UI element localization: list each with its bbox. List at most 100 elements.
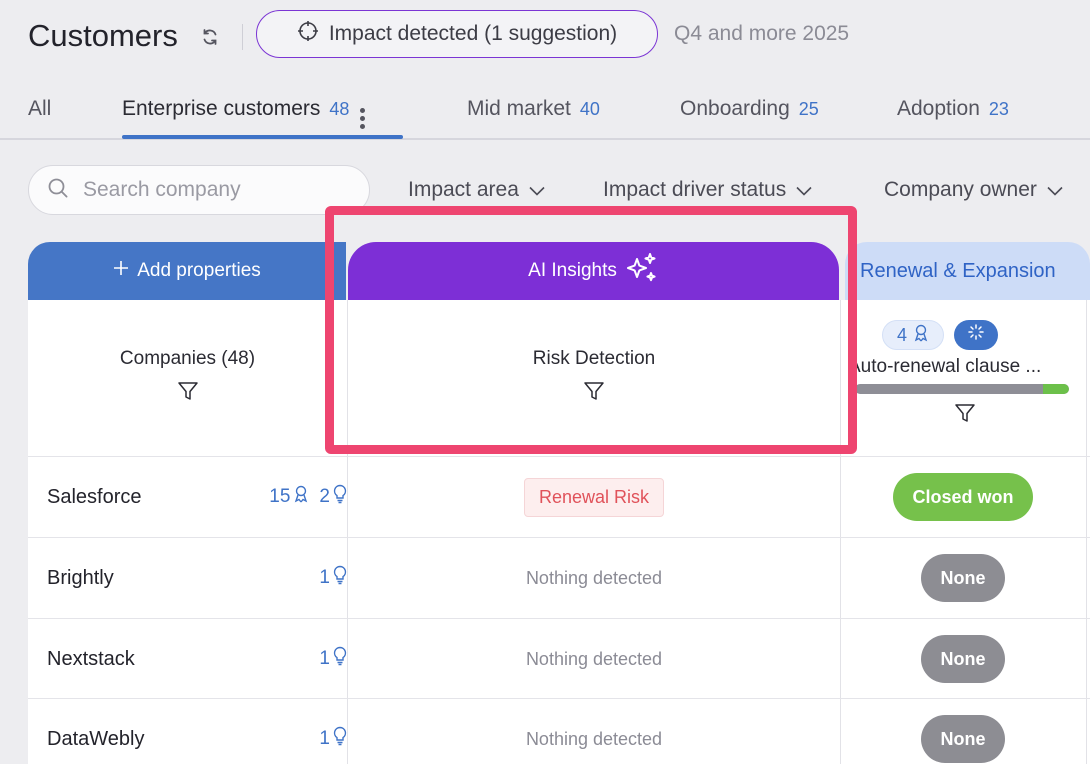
ai-insights-label: AI Insights [528,260,617,281]
suggestion-count[interactable]: 1 [319,565,347,591]
award-count-value: 15 [269,486,291,507]
filter-impact-driver-status[interactable]: Impact driver status [603,178,812,202]
table-body: Companies (48) Risk Detection 4 Auto-ren… [28,300,1090,764]
sparkles-icon [625,252,659,290]
company-counts: 1 [217,619,347,699]
renewal-expansion-label: Renewal & Expansion [860,259,1056,282]
plus-icon [113,260,129,282]
table-row[interactable]: Salesforce 15 2 Renewal Risk Closed won [28,457,1090,537]
status-pill-closed-won[interactable]: Closed won [893,473,1033,521]
add-properties-button[interactable]: Add properties [28,242,346,300]
chevron-down-icon [796,178,812,202]
status-cell[interactable]: None [840,538,1086,618]
suggestion-count-value: 1 [319,567,330,588]
customers-table: Add properties AI Insights Renewal & Exp… [28,242,1090,764]
filter-label: Company owner [884,178,1037,201]
target-icon [297,20,319,48]
chevron-down-icon [1047,178,1063,202]
table-row[interactable]: DataWebly 1 Nothing detected None [28,699,1090,764]
table-row[interactable]: Brightly 1 Nothing detected None [28,538,1090,618]
filter-funnel-icon[interactable] [583,380,605,408]
refresh-icon[interactable] [200,27,220,52]
status-pill-none[interactable]: None [921,715,1005,763]
company-name[interactable]: DataWebly [47,699,144,764]
status-cell[interactable]: None [840,699,1086,764]
tab-all[interactable]: All [28,97,51,121]
renewal-risk-tag[interactable]: Renewal Risk [523,477,665,517]
status-pill-none[interactable]: None [921,554,1005,602]
filter-funnel-icon[interactable] [954,402,976,430]
tab-adoption[interactable]: Adoption 23 [897,97,1009,121]
renewal-expansion-group-header[interactable]: Renewal & Expansion [845,242,1090,300]
suggestion-count[interactable]: 1 [319,726,347,752]
table-row[interactable]: Nextstack 1 Nothing detected None [28,619,1090,699]
suggestion-count[interactable]: 2 [319,484,347,510]
lightbulb-icon [333,565,347,591]
lightbulb-icon [333,646,347,672]
risk-cell[interactable]: Nothing detected [348,699,840,764]
lightbulb-icon [333,484,347,510]
progress-fill [1043,384,1069,394]
tab-label: Onboarding [680,97,790,120]
company-name[interactable]: Nextstack [47,619,135,699]
auto-renewal-progress-bar [855,384,1069,394]
tab-label: All [28,97,52,120]
insight-count-badge[interactable]: 4 [882,320,944,350]
kebab-menu-icon[interactable] [360,108,366,129]
suggestion-count-value: 2 [319,486,330,507]
period-label[interactable]: Q4 and more 2025 [674,22,849,46]
impact-pill-label: Impact detected (1 suggestion) [328,22,618,45]
tab-onboarding[interactable]: Onboarding 25 [680,97,819,121]
risk-cell[interactable]: Nothing detected [348,538,840,618]
status-cell[interactable]: Closed won [840,457,1086,537]
risk-cell[interactable]: Nothing detected [348,619,840,699]
processing-badge[interactable] [954,320,998,350]
filter-label: Impact area [408,178,519,201]
active-tab-indicator [122,135,403,139]
suggestion-count-value: 1 [319,728,330,749]
tab-count: 25 [798,99,819,119]
company-counts: 15 2 [217,457,347,537]
tab-enterprise-customers[interactable]: Enterprise customers 48 [122,97,366,131]
award-count[interactable]: 15 [269,485,309,509]
segment-tabs: All Enterprise customers 48 Mid market 4… [0,88,1090,140]
risk-detection-header-label: Risk Detection [532,348,656,369]
customers-page: Customers Impact detected (1 suggestion)… [0,0,1090,764]
filter-funnel-icon[interactable] [177,380,199,408]
lightbulb-icon [333,726,347,752]
search-input[interactable] [81,177,345,203]
suggestion-count[interactable]: 1 [319,646,347,672]
auto-renewal-header-label: Auto-renewal clause ... [848,356,1042,377]
company-name[interactable]: Salesforce [47,457,142,537]
award-icon [293,485,309,509]
suggestion-count-value: 1 [319,648,330,669]
company-counts: 1 [217,538,347,618]
auto-renewal-badges: 4 [882,320,998,350]
header-divider [242,24,243,50]
status-pill-none[interactable]: None [921,635,1005,683]
ai-insights-group-header[interactable]: AI Insights [348,242,839,300]
tab-label: Enterprise customers [122,97,321,120]
impact-detected-button[interactable]: Impact detected (1 suggestion) [256,10,658,58]
auto-renewal-column-header[interactable]: 4 Auto-renewal clause ... [840,300,1090,476]
risk-detection-column-header[interactable]: Risk Detection [348,300,840,456]
tab-mid-market[interactable]: Mid market 40 [467,97,600,121]
filter-label: Impact driver status [603,178,787,201]
award-icon [913,324,929,347]
filter-impact-area[interactable]: Impact area [408,178,545,202]
status-cell[interactable]: None [840,619,1086,699]
companies-header-label: Companies (48) [119,348,256,369]
add-properties-label: Add properties [137,260,261,281]
search-box[interactable] [28,165,370,215]
tab-count: 48 [329,99,350,119]
filter-company-owner[interactable]: Company owner [884,178,1063,202]
loading-spinner-icon [968,324,984,346]
company-name[interactable]: Brightly [47,538,114,618]
companies-column-header[interactable]: Companies (48) [28,300,347,456]
tab-label: Adoption [897,97,980,120]
tab-count: 40 [579,99,600,119]
search-icon [47,177,69,204]
chevron-down-icon [529,178,545,202]
risk-cell[interactable]: Renewal Risk [348,457,840,537]
tab-label: Mid market [467,97,571,120]
